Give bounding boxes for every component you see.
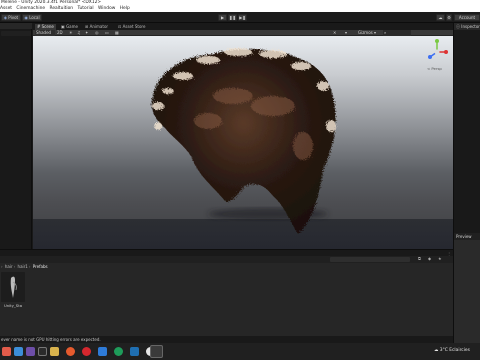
- game-tab-icon: ▣: [61, 24, 65, 29]
- filter-icon[interactable]: ⧉: [418, 256, 421, 261]
- pause-button[interactable]: ❚❚: [228, 14, 237, 21]
- tab-game-label: Game: [66, 24, 78, 29]
- label-icon[interactable]: ◆: [428, 256, 431, 261]
- breadcrumb-hair[interactable]: hair: [5, 264, 13, 269]
- services-button[interactable]: ⚙: [446, 14, 452, 21]
- app-icon-chrome[interactable]: [114, 347, 123, 356]
- weather-widget[interactable]: ☁ 3°C Eclaircies: [434, 348, 470, 353]
- project-toolbar: ⧉ ◆ ★: [0, 256, 453, 263]
- local-icon: ◉: [24, 15, 28, 20]
- app-icon-edge[interactable]: [14, 347, 23, 356]
- breadcrumb-separator: ›: [1, 264, 3, 269]
- menu-item-realtuition[interactable]: Realtuition: [49, 6, 73, 11]
- app-icon-explorer[interactable]: [50, 347, 59, 356]
- app-icon-onenote[interactable]: [26, 347, 35, 356]
- step-button[interactable]: ▶❚: [238, 14, 247, 21]
- hierarchy-header: [0, 23, 32, 29]
- weather-icon: ☁: [434, 348, 439, 353]
- animator-tab-icon: ⊞: [85, 24, 89, 29]
- local-label: Local: [29, 15, 40, 20]
- orientation-gizmo[interactable]: [424, 39, 450, 65]
- app-icon-vscode[interactable]: [130, 347, 139, 356]
- breadcrumb-separator: ›: [13, 264, 16, 269]
- project-tab-bar: ⋮: [0, 249, 453, 256]
- scene-viewport[interactable]: < Persp: [33, 36, 453, 249]
- scene-tab-bar: # Scene ▣ Game ⊞ Animator ⊡ Asset Store: [33, 23, 453, 30]
- breadcrumb-prefabs[interactable]: Prefabs: [33, 264, 48, 269]
- inspector-panel: ⓘ Inspector: [453, 23, 480, 233]
- persp-label[interactable]: < Persp: [427, 66, 442, 71]
- inspector-label: Inspector: [461, 24, 480, 29]
- preview-panel: Preview: [453, 233, 480, 343]
- menu-item-cinemachine[interactable]: Cinemachine: [16, 6, 45, 11]
- menu-item-help[interactable]: Help: [120, 6, 130, 11]
- preview-label: Preview: [456, 234, 472, 239]
- inspector-icon: ⓘ: [456, 24, 460, 29]
- breadcrumb-hair1[interactable]: hair1: [18, 264, 28, 269]
- asset-store-tab-icon: ⊡: [118, 24, 122, 29]
- app-icon-store[interactable]: [38, 347, 47, 356]
- app-icon-firefox[interactable]: [66, 347, 75, 356]
- hair-model: [151, 48, 336, 234]
- star-icon[interactable]: ★: [438, 256, 442, 261]
- scene-tab-icon: #: [37, 24, 41, 29]
- preview-header: Preview: [454, 233, 480, 240]
- account-dropdown[interactable]: Account: [454, 14, 480, 21]
- gizmos-label: Gizmos: [358, 30, 373, 35]
- app-icon-paint[interactable]: [2, 347, 11, 356]
- local-toggle[interactable]: ◉ Local: [22, 14, 42, 21]
- inspector-tab[interactable]: ⓘ Inspector: [454, 23, 480, 30]
- menu-item-window[interactable]: Window: [98, 6, 115, 11]
- pivot-icon: ◈: [3, 15, 7, 20]
- play-button[interactable]: ▶: [218, 14, 227, 21]
- shading-mode-label: Shaded: [36, 30, 52, 35]
- step-icon: ▶❚: [239, 15, 246, 20]
- menu-item-asset[interactable]: Asset: [0, 6, 12, 11]
- search-icon: ⌕: [384, 30, 387, 35]
- breadcrumb-separator: ›: [28, 264, 31, 269]
- app-icon-opera[interactable]: [82, 347, 91, 356]
- collab-button[interactable]: ☁: [436, 14, 445, 21]
- asset-name[interactable]: Unity_Sta: [0, 303, 26, 308]
- hair-prefab-icon: [10, 276, 17, 298]
- project-asset-grid: Unity_Sta: [0, 270, 453, 336]
- app-icon-unity[interactable]: [150, 345, 163, 358]
- account-label: Account: [458, 15, 476, 20]
- hierarchy-panel: [0, 23, 32, 249]
- hierarchy-search-input[interactable]: [1, 31, 31, 36]
- tab-animator-label: Animator: [89, 24, 109, 29]
- status-bar: ever name is not GPU hitting errors are …: [0, 336, 453, 343]
- project-search-input[interactable]: [330, 257, 410, 262]
- tab-asset-store-label: Asset Store: [122, 24, 146, 29]
- cloud-icon: ☁: [438, 15, 443, 20]
- pivot-toggle[interactable]: ◈ Pivot: [1, 14, 21, 21]
- gear-icon: ⚙: [447, 15, 451, 20]
- status-message: ever name is not GPU hitting errors are …: [1, 337, 101, 342]
- play-icon: ▶: [220, 15, 225, 20]
- breadcrumb: › hair› hair1› Prefabs: [0, 263, 453, 270]
- weather-text: 3°C Eclaircies: [439, 348, 470, 353]
- tab-scene-label: Scene: [41, 24, 54, 29]
- main-toolbar: ◈ Pivot ◉ Local ▶ ❚❚ ▶❚ ☁ ⚙ Account: [0, 12, 480, 23]
- menu-item-tutorial[interactable]: Tutorial: [77, 6, 93, 11]
- pivot-label: Pivot: [8, 15, 19, 20]
- pause-icon: ❚❚: [229, 15, 236, 20]
- window-title: Melene - Unity 2020.3.4f1 Personal* <DX1…: [1, 0, 102, 5]
- app-icon-word[interactable]: [98, 347, 107, 356]
- asset-thumbnail[interactable]: [1, 272, 25, 302]
- windows-taskbar: ☁ 3°C Eclaircies: [0, 343, 480, 360]
